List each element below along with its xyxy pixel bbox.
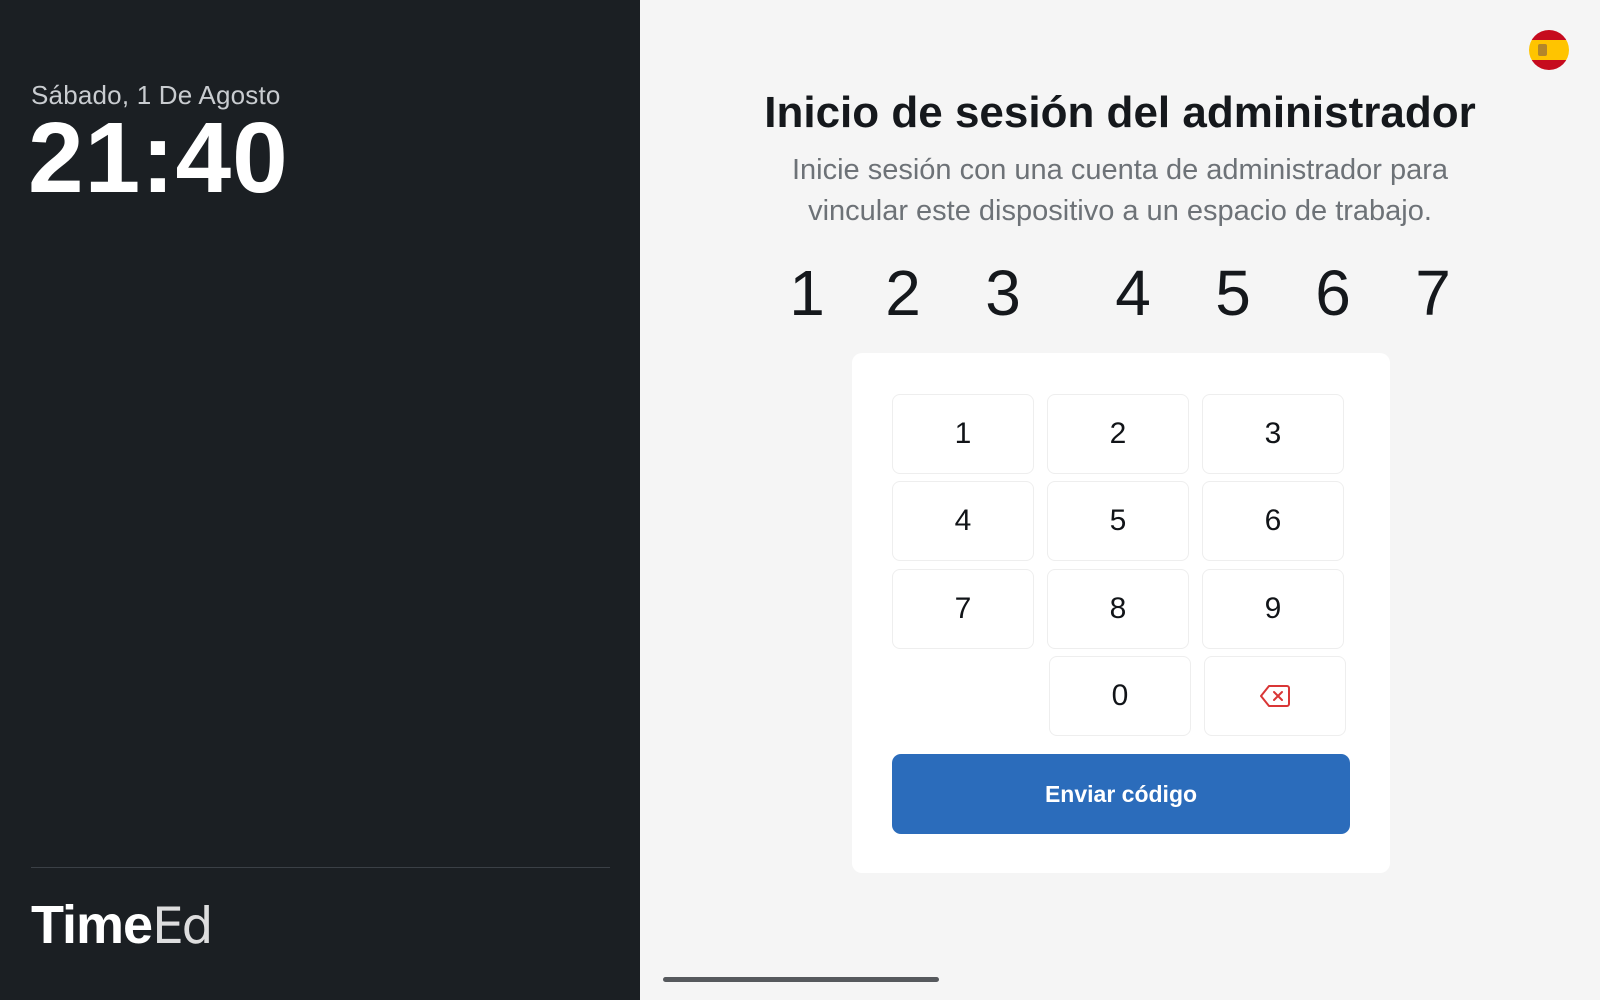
key-3[interactable]: 3 bbox=[1202, 394, 1344, 474]
login-panel: Inicio de sesión del administrador Inici… bbox=[640, 0, 1600, 1000]
key-4[interactable]: 4 bbox=[892, 481, 1034, 561]
code-digit: 7 bbox=[1415, 257, 1451, 329]
key-1[interactable]: 1 bbox=[892, 394, 1034, 474]
key-7[interactable]: 7 bbox=[892, 569, 1034, 649]
backspace-button[interactable] bbox=[1204, 656, 1346, 736]
code-digit: 2 bbox=[885, 257, 921, 329]
divider bbox=[31, 867, 610, 868]
brand-logo-light: Ed bbox=[152, 897, 213, 955]
code-digit: 3 bbox=[985, 257, 1021, 329]
key-9[interactable]: 9 bbox=[1202, 569, 1344, 649]
backspace-icon bbox=[1260, 684, 1290, 708]
key-5[interactable]: 5 bbox=[1047, 481, 1189, 561]
page-title: Inicio de sesión del administrador bbox=[764, 88, 1476, 137]
code-digit: 6 bbox=[1315, 257, 1351, 329]
code-display: 1 2 3 4 5 6 7 bbox=[640, 258, 1600, 328]
brand-logo-bold: Time bbox=[31, 895, 153, 955]
app-root: Sábado, 1 De Agosto 21:40 TimeEd Inicio … bbox=[0, 0, 1600, 1000]
key-6[interactable]: 6 bbox=[1202, 481, 1344, 561]
code-digit: 4 bbox=[1115, 257, 1151, 329]
code-digit: 1 bbox=[789, 257, 825, 329]
coat-of-arms bbox=[1538, 44, 1547, 56]
code-digit: 5 bbox=[1215, 257, 1251, 329]
page-subtitle: Inicie sesión con una cuenta de administ… bbox=[791, 154, 1449, 227]
key-0[interactable]: 0 bbox=[1049, 656, 1191, 736]
spain-flag-icon[interactable] bbox=[1529, 30, 1569, 70]
home-indicator[interactable] bbox=[663, 977, 939, 982]
brand-logo: TimeEd bbox=[31, 895, 213, 955]
key-8[interactable]: 8 bbox=[1047, 569, 1189, 649]
clock-panel: Sábado, 1 De Agosto 21:40 TimeEd bbox=[0, 0, 640, 1000]
current-time: 21:40 bbox=[28, 102, 289, 214]
key-2[interactable]: 2 bbox=[1047, 394, 1189, 474]
keypad: 1 2 3 4 5 6 7 8 9 0 Enviar código bbox=[852, 353, 1390, 873]
submit-code-button[interactable]: Enviar código bbox=[892, 754, 1350, 834]
